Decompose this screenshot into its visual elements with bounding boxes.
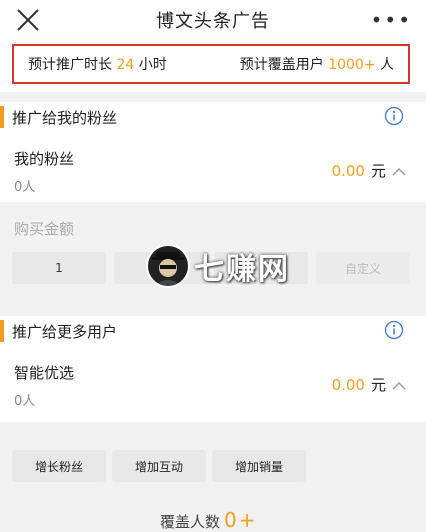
section-header: 推广给我的粉丝 — [0, 102, 426, 132]
reach-estimate: 预计覆盖用户 1000+ 人 — [239, 57, 394, 73]
fans-count: 0人 — [14, 180, 36, 195]
purchase-label: 购买金额 — [14, 220, 75, 238]
estimate-box: 预计推广时长 24 小时 预计覆盖用户 1000+ 人 — [12, 44, 410, 84]
chevron-up-icon — [392, 381, 406, 389]
fans-row-title: 我的粉丝 — [14, 150, 75, 168]
page-title: 博文头条广告 — [156, 11, 270, 32]
summary-panel: 预计推广时长 24 小时 预计覆盖用户 1000+ 人 — [0, 40, 426, 92]
duration-estimate: 预计推广时长 24 小时 — [28, 57, 167, 73]
info-icon[interactable] — [384, 320, 404, 340]
goal-interaction-button[interactable]: 增加互动 — [112, 450, 206, 482]
smart-price-toggle[interactable]: 0.00 元 — [332, 374, 406, 395]
duration-value: 24 — [116, 57, 135, 73]
fans-price: 0.00 — [331, 161, 365, 180]
amount-option-1[interactable]: 1 — [12, 252, 106, 284]
section-title: 推广给更多用户 — [12, 322, 118, 341]
coverage-plus: + — [238, 508, 256, 532]
coverage-label: 覆盖人数 — [160, 513, 221, 531]
reach-value: 1000+ — [328, 57, 376, 73]
smart-price: 0.00 — [331, 375, 365, 394]
smart-row-title: 智能优选 — [14, 364, 75, 382]
goal-grow-fans-button[interactable]: 增长粉丝 — [12, 450, 106, 482]
info-icon[interactable] — [384, 106, 404, 126]
smart-price-unit: 元 — [370, 376, 386, 394]
section-my-fans: 推广给我的粉丝 我的粉丝 0人 0.00 元 — [0, 102, 426, 202]
section-title: 推广给我的粉丝 — [12, 108, 118, 127]
watermark: 七赚网 — [146, 243, 290, 289]
watermark-avatar — [146, 244, 190, 288]
fans-price-unit: 元 — [370, 162, 386, 180]
coverage-value: 0 — [224, 508, 237, 532]
chevron-up-icon — [392, 167, 406, 175]
section-accent-bar — [0, 320, 4, 342]
watermark-text: 七赚网 — [194, 252, 290, 287]
section-header: 推广给更多用户 — [0, 316, 426, 346]
smart-count: 0人 — [14, 394, 36, 409]
top-bar: 博文头条广告 ••• — [0, 0, 426, 40]
fans-price-toggle[interactable]: 0.00 元 — [332, 160, 406, 181]
goal-sales-button[interactable]: 增加销量 — [212, 450, 306, 482]
section-accent-bar — [0, 106, 4, 128]
section-more-users: 推广给更多用户 智能优选 0人 0.00 元 — [0, 316, 426, 422]
close-icon[interactable] — [14, 6, 42, 34]
amount-option-custom[interactable]: 自定义 — [316, 252, 410, 284]
more-menu-icon[interactable]: ••• — [371, 8, 412, 32]
coverage-total: 覆盖人数 0 + — [160, 508, 256, 532]
